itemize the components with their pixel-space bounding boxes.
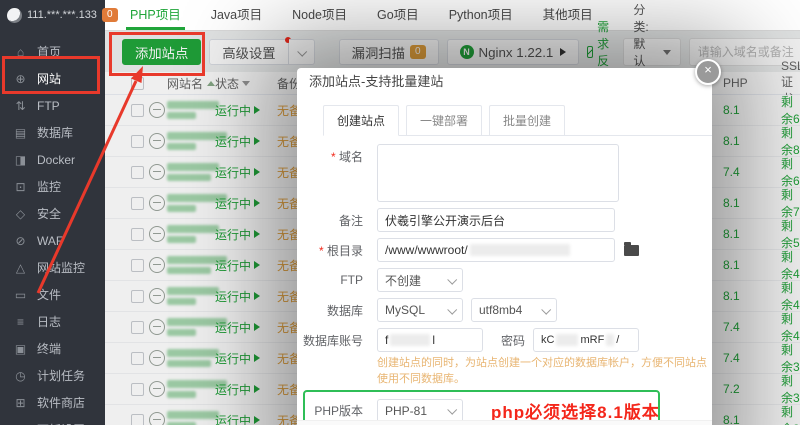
root-dir-row: 根目录 /www/wwwroot/	[309, 238, 712, 262]
chevron-down-icon	[447, 274, 457, 284]
tab-Java项目[interactable]: Java项目	[211, 0, 262, 30]
sidebar-item-docker[interactable]: ◨ Docker	[0, 146, 105, 173]
remark-input[interactable]: 伏羲引擎公开演示后台	[377, 208, 615, 232]
php-version-label: PHP版本	[309, 402, 363, 419]
censored-text	[556, 334, 578, 346]
ftp-icon: ⇅	[14, 99, 27, 113]
sidebar-item-ftp[interactable]: ⇅ FTP	[0, 92, 105, 119]
tab-Python项目[interactable]: Python项目	[449, 0, 513, 30]
db-account-input[interactable]: fl	[377, 328, 483, 352]
dialog-title: 添加站点-支持批量建站	[297, 68, 712, 96]
home-icon: ⌂	[14, 45, 27, 59]
domain-textarea[interactable]	[377, 144, 619, 202]
censored-text	[470, 244, 570, 256]
app-store-icon: ⊞	[14, 396, 27, 410]
tab-PHP项目[interactable]: PHP项目	[130, 0, 181, 30]
root-dir-input[interactable]: /www/wwwroot/	[377, 238, 615, 262]
sidebar-menu: ⌂ 首页 ⊕ 网站 ⇅ FTP ▤ 数据库 ◨ Docker ⊡ 监控 ◇ 安全…	[0, 30, 105, 425]
waf-icon: ⊘	[14, 234, 27, 248]
domain-label: 域名	[309, 148, 363, 165]
root-dir-label: 根目录	[309, 242, 363, 259]
panel-app: 111.***.***.133 0 ⌂ 首页 ⊕ 网站 ⇅ FTP ▤ 数据库 …	[0, 0, 800, 425]
add-site-dialog: 添加站点-支持批量建站 × 创建站点一键部署批量创建 域名 备注 伏羲引擎公开演…	[297, 68, 712, 425]
remark-row: 备注 伏羲引擎公开演示后台	[309, 208, 712, 232]
dialog-tab-创建站点[interactable]: 创建站点	[323, 105, 399, 136]
site-monitor-icon: △	[14, 261, 27, 275]
ftp-label: FTP	[309, 273, 363, 287]
message-count-badge[interactable]: 0	[102, 8, 118, 22]
files-icon: ▭	[14, 288, 27, 302]
sidebar-item-logs[interactable]: ≡ 日志	[0, 308, 105, 335]
sidebar-item-home[interactable]: ⌂ 首页	[0, 38, 105, 65]
chevron-down-icon	[541, 304, 551, 314]
sidebar-item-security[interactable]: ◇ 安全	[0, 200, 105, 227]
db-password-input[interactable]: kCmRF/	[533, 328, 639, 352]
sidebar-item-site-monitor[interactable]: △ 网站监控	[0, 254, 105, 281]
db-account-label: 数据库账号	[297, 332, 363, 349]
db-password-label: 密码	[501, 332, 525, 349]
dialog-tab-一键部署[interactable]: 一键部署	[406, 105, 482, 136]
database-row: 数据库 MySQL utf8mb4	[309, 298, 712, 322]
tab-Go项目[interactable]: Go项目	[377, 0, 419, 30]
tab-其他项目[interactable]: 其他项目	[543, 0, 593, 30]
tab-Node项目[interactable]: Node项目	[292, 0, 347, 30]
dialog-footer	[297, 420, 712, 425]
chevron-down-icon	[447, 304, 457, 314]
db-hint-text: 创建站点的同时，为站点创建一个对应的数据库帐户，方便不同站点使用不同数据库。	[377, 354, 712, 386]
server-ip: 111.***.***.133	[27, 9, 97, 21]
sidebar-item-panel-settings[interactable]: ⚙ 面板设置	[0, 416, 105, 425]
db-charset-select[interactable]: utf8mb4	[471, 298, 557, 322]
database-icon: ▤	[14, 126, 27, 140]
website-icon: ⊕	[14, 72, 27, 86]
sidebar-item-cron[interactable]: ◷ 计划任务	[0, 362, 105, 389]
sidebar-item-monitor[interactable]: ⊡ 监控	[0, 173, 105, 200]
database-label: 数据库	[309, 302, 363, 319]
dialog-tabs: 创建站点一键部署批量创建	[323, 104, 712, 136]
sidebar-item-database[interactable]: ▤ 数据库	[0, 119, 105, 146]
domain-row: 域名	[309, 144, 712, 202]
db-type-select[interactable]: MySQL	[377, 298, 463, 322]
logs-icon: ≡	[14, 315, 27, 329]
sidebar-item-waf[interactable]: ⊘ WAF	[0, 227, 105, 254]
sidebar-item-files[interactable]: ▭ 文件	[0, 281, 105, 308]
close-icon[interactable]: ×	[695, 59, 721, 85]
security-icon: ◇	[14, 207, 27, 221]
monitor-icon: ⊡	[14, 180, 27, 194]
remark-label: 备注	[309, 212, 363, 229]
sidebar-item-website[interactable]: ⊕ 网站	[0, 65, 105, 92]
panel-logo	[7, 8, 22, 23]
php-version-select[interactable]: PHP-81	[377, 399, 463, 423]
ftp-select[interactable]: 不创建	[377, 268, 463, 292]
docker-icon: ◨	[14, 153, 27, 167]
folder-icon[interactable]	[624, 245, 639, 256]
sidebar-header: 111.***.***.133 0	[0, 0, 105, 30]
db-account-row: 数据库账号 fl 密码 kCmRF/	[309, 328, 712, 352]
terminal-icon: ▣	[14, 342, 27, 356]
create-site-form: 域名 备注 伏羲引擎公开演示后台 根目录 /www/wwwroot/ FTP 不…	[297, 144, 712, 425]
sidebar: 111.***.***.133 0 ⌂ 首页 ⊕ 网站 ⇅ FTP ▤ 数据库 …	[0, 0, 105, 425]
sidebar-item-terminal[interactable]: ▣ 终端	[0, 335, 105, 362]
sidebar-item-app-store[interactable]: ⊞ 软件商店	[0, 389, 105, 416]
project-type-tabs: PHP项目 Java项目 Node项目 Go项目 Python项目其他项目	[105, 0, 800, 31]
chevron-down-icon	[447, 405, 457, 415]
dialog-tab-批量创建[interactable]: 批量创建	[489, 105, 565, 136]
cron-icon: ◷	[14, 369, 27, 383]
censored-text	[390, 334, 430, 346]
ftp-row: FTP 不创建	[309, 268, 712, 292]
censored-text	[606, 334, 614, 346]
